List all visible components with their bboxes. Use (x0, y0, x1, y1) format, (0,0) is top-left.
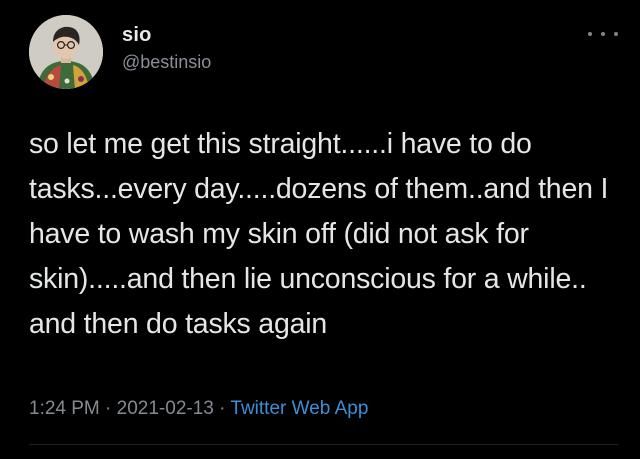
tweet-card: sio @bestinsio so let me get this straig… (0, 0, 640, 459)
tweet-time[interactable]: 1:24 PM (29, 398, 100, 419)
dot (614, 32, 618, 36)
dot (601, 32, 605, 36)
dot (588, 32, 592, 36)
meta-separator: · (105, 398, 117, 419)
tweet-date[interactable]: 2021-02-13 (117, 398, 214, 419)
divider (29, 444, 618, 445)
author-display-name[interactable]: sio (122, 24, 152, 47)
avatar[interactable] (29, 15, 103, 89)
avatar-image (29, 15, 103, 89)
tweet-text: so let me get this straight......i have … (29, 128, 609, 340)
meta-separator: · (219, 398, 231, 419)
tweet-source-link[interactable]: Twitter Web App (230, 398, 368, 419)
more-options-icon[interactable] (588, 26, 618, 42)
author-handle[interactable]: @bestinsio (122, 52, 211, 73)
tweet-metadata: 1:24 PM · 2021-02-13 · Twitter Web App (29, 398, 368, 420)
